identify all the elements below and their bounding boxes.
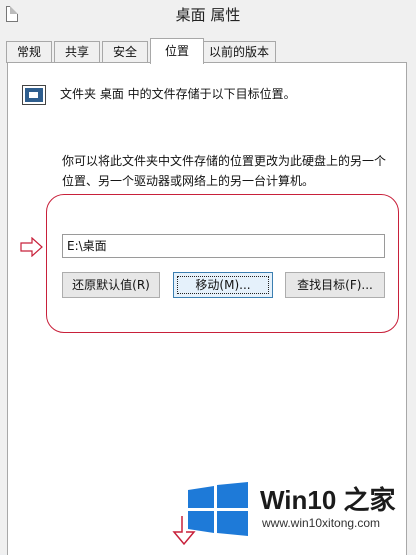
tab-security[interactable]: 安全	[102, 41, 148, 63]
folder-location-icon	[22, 85, 46, 105]
description-line-2: 位置、另一个驱动器或网络上的另一台计算机。	[62, 174, 315, 188]
tab-sharing[interactable]: 共享	[54, 41, 100, 63]
tab-strip: 常规 共享 安全 位置 以前的版本	[0, 38, 416, 64]
watermark-url: www.win10xitong.com	[262, 516, 381, 530]
highlight-outline	[46, 194, 399, 333]
watermark-brand: Win10 之家	[260, 485, 396, 515]
tab-previous-versions[interactable]: 以前的版本	[202, 41, 276, 63]
watermark: Win10 之家 www.win10xitong.com	[184, 478, 414, 542]
find-target-button[interactable]: 查找目标(F)...	[285, 272, 385, 298]
tab-general[interactable]: 常规	[6, 41, 52, 63]
location-description: 你可以将此文件夹中文件存储的位置更改为此硬盘上的另一个 位置、另一个驱动器或网络…	[62, 151, 398, 191]
target-path-field[interactable]: E:\桌面	[62, 234, 385, 258]
move-button[interactable]: 移动(M)...	[173, 272, 273, 298]
properties-window: 桌面 属性 常规 共享 安全 位置 以前的版本 文件夹 桌面 中的文件存储于以下…	[0, 0, 416, 555]
window-title: 桌面 属性	[175, 6, 241, 24]
restore-default-button[interactable]: 还原默认值(R)	[62, 272, 160, 298]
title-bar[interactable]: 桌面 属性	[0, 0, 416, 34]
arrow-right-icon	[20, 237, 43, 257]
description-line-1: 你可以将此文件夹中文件存储的位置更改为此硬盘上的另一个	[62, 154, 387, 168]
tab-location[interactable]: 位置	[150, 38, 204, 64]
windows-logo-icon	[188, 482, 248, 536]
location-header: 文件夹 桌面 中的文件存储于以下目标位置。	[60, 87, 296, 101]
